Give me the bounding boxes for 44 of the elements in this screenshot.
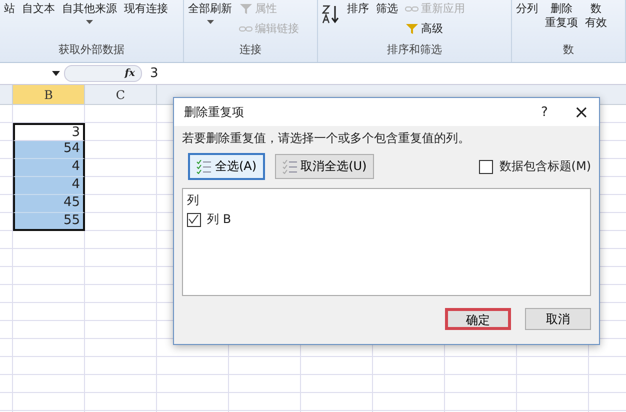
ribbon-button[interactable]: 全部刷新 [188,2,232,16]
ribbon-button[interactable]: 筛选 [376,2,398,16]
close-button[interactable]: × [574,102,589,122]
table-cell[interactable]: 54 [13,141,85,159]
ribbon-button[interactable]: 删除重复项 [545,2,578,30]
table-cell[interactable]: 4 [13,159,85,177]
ribbon-button[interactable]: 高级 [421,22,443,36]
table-cell[interactable]: 45 [13,195,85,213]
list-item[interactable]: 列 B [207,211,232,228]
ribbon-button[interactable]: 分列 [516,2,538,16]
sort-icon[interactable] [322,4,340,24]
ribbon-button[interactable]: 自文本 [22,2,55,16]
dialog-button[interactable]: 确定 [445,308,511,330]
column-header[interactable]: C [85,85,157,104]
checkbox-label: 数据包含标题(M) [499,158,591,175]
checkbox[interactable] [187,212,201,226]
column-header[interactable]: B [13,85,85,104]
group-label: 获取外部数据 [58,42,126,58]
caret-icon [52,71,60,76]
list-icon [282,160,298,174]
list-icon [196,160,212,174]
ribbon-button[interactable]: 站 [4,2,15,16]
ribbon-button[interactable]: 排序 [347,2,369,16]
table-cell[interactable]: 55 [13,213,85,231]
instruction-text: 若要删除重复值，请选择一个或多个包含重复值的列。 [182,130,471,147]
ribbon-button[interactable]: 数有效 [585,2,607,30]
list-header: 列 [187,192,200,209]
dialog-button[interactable]: 取消 [525,308,591,330]
checkbox[interactable] [479,160,494,174]
help-button[interactable]: ? [541,104,548,120]
formula-value[interactable]: 3 [150,66,158,81]
dialog-title: 删除重复项 [184,104,244,120]
group-label: 数 [562,42,575,58]
ribbon-button[interactable]: 自其他来源 [62,2,117,16]
function-button[interactable]: fx [124,68,135,79]
table-cell[interactable]: 3 [13,123,85,141]
funnel-icon [239,3,253,15]
select-button[interactable]: 全选(A) [188,153,265,180]
select-button[interactable]: 取消全选(U) [274,154,374,179]
group-label: 连接 [238,42,262,58]
table-cell[interactable]: 4 [13,177,85,195]
funnel-icon [405,23,419,35]
ribbon-button[interactable]: 现有连接 [124,2,168,16]
group-label: 排序和筛选 [386,42,443,58]
